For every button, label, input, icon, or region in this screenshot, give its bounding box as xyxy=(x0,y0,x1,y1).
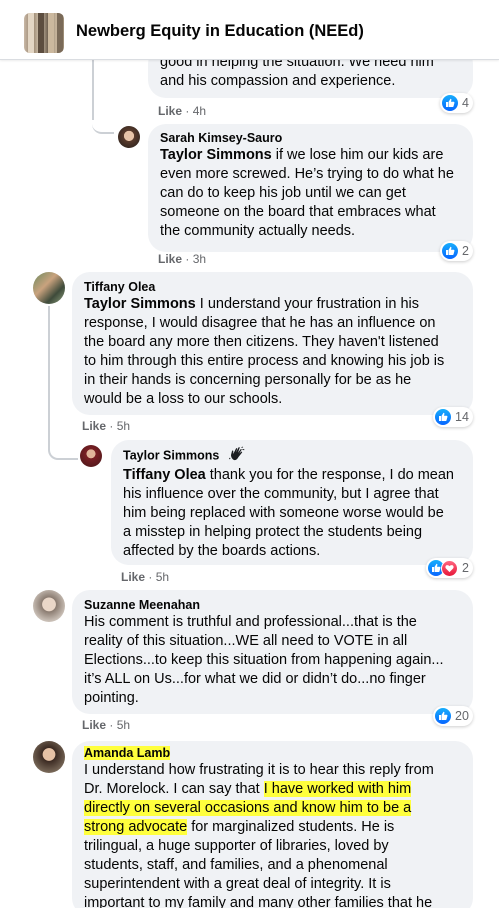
comment-time[interactable]: 5h xyxy=(117,718,130,732)
reaction-summary[interactable]: 20 xyxy=(433,706,473,726)
comment-text-line: a misstep in helping protect the student… xyxy=(123,524,423,540)
comment-meta: Like · 3h xyxy=(158,252,207,266)
comment-text-line: him being replaced with someone worse wo… xyxy=(123,505,444,521)
comment-time[interactable]: 5h xyxy=(117,419,130,433)
highlighted-text: strong advocate xyxy=(84,819,188,835)
comment-meta: Like · 5h xyxy=(82,718,131,732)
comment-bubble: Suzanne Meenahan His comment is truthful… xyxy=(72,590,473,714)
comment-text-line: response, I would disagree that he has a… xyxy=(84,315,436,331)
comment-text-line: to him through this entire process and k… xyxy=(84,353,445,369)
comment-text-line: Dr. Morelock. I can say that xyxy=(84,781,264,797)
avatar[interactable] xyxy=(33,741,65,773)
reaction-summary[interactable]: 14 xyxy=(433,407,473,427)
love-reaction-icon xyxy=(441,559,458,577)
mention-tag[interactable]: Taylor Simmons xyxy=(160,147,272,163)
mention-tag[interactable]: Taylor Simmons xyxy=(84,296,196,312)
thread-connector xyxy=(92,112,114,134)
group-avatar[interactable] xyxy=(24,13,64,53)
reaction-count: 2 xyxy=(462,244,469,258)
comment-text-line: the community actually needs. xyxy=(160,223,356,239)
comment-text-line: his influence over the community, but I … xyxy=(123,486,439,502)
like-link[interactable]: Like xyxy=(158,252,182,266)
avatar[interactable] xyxy=(118,126,140,148)
comment-text-line: it’s ALL on Us...for what we did or didn… xyxy=(84,671,426,687)
comment-time[interactable]: 3h xyxy=(193,252,206,266)
comment-text-line: important to my family and many other fa… xyxy=(84,895,433,908)
like-reaction-icon xyxy=(442,95,458,111)
like-reaction-icon xyxy=(435,409,451,425)
reaction-count: 2 xyxy=(462,561,469,575)
comment-text-line: I understand your frustration in his xyxy=(195,296,419,312)
avatar[interactable] xyxy=(33,272,65,304)
reaction-count: 14 xyxy=(455,410,469,424)
comment-text-line: for marginalized students. He is xyxy=(187,819,395,835)
comment-text-line: students, staff, and families, and a phe… xyxy=(84,857,388,873)
comment-text-line: I understand how frustrating it is to he… xyxy=(84,762,434,778)
comment-meta: Like · 5h xyxy=(82,419,131,433)
comment-text-line: His comment is truthful and professional… xyxy=(84,614,417,630)
comment-text-line: reality of this situation...WE all need … xyxy=(84,633,408,649)
comment-text-line: in their hands is concerning personally … xyxy=(84,372,412,388)
reaction-summary[interactable]: 2 xyxy=(426,558,473,578)
comment-meta: Like · 5h xyxy=(121,570,170,584)
reaction-summary[interactable]: 4 xyxy=(440,93,473,113)
comment-text-line: someone on the board that embraces what xyxy=(160,204,436,220)
avatar[interactable] xyxy=(33,590,65,622)
comment-time[interactable]: 4h xyxy=(193,104,206,118)
avatar[interactable] xyxy=(80,445,102,467)
thread-line xyxy=(48,306,50,446)
like-link[interactable]: Like xyxy=(158,104,182,118)
comment-text-line: even more screwed. He’s trying to do wha… xyxy=(160,166,454,182)
comment-author: Taylor Simmons xyxy=(123,446,461,466)
comment-text-line: pointing. xyxy=(84,690,139,706)
like-reaction-icon xyxy=(435,708,451,724)
comment-author[interactable]: Tiffany Olea xyxy=(84,279,461,295)
comment-text-line: trilingual, a huge supporter of librarie… xyxy=(84,838,389,854)
group-header: Newberg Equity in Education (NEEd) xyxy=(0,0,499,60)
thread-line xyxy=(92,60,94,120)
comment-time[interactable]: 5h xyxy=(156,570,169,584)
comment-author[interactable]: Amanda Lamb xyxy=(84,746,171,760)
comment-author[interactable]: Suzanne Meenahan xyxy=(84,597,461,613)
like-link[interactable]: Like xyxy=(82,718,106,732)
like-reaction-icon xyxy=(442,243,458,259)
highlighted-text: directly on several occasions and know h… xyxy=(84,800,412,816)
comment-text-line: can do to keep his job until we can get xyxy=(160,185,406,201)
group-title[interactable]: Newberg Equity in Education (NEEd) xyxy=(76,22,364,41)
comment-bubble: Sarah Kimsey-Sauro Taylor Simmons if we … xyxy=(148,124,473,252)
comment-text-line: and his compassion and experience. xyxy=(160,73,396,89)
comment-text-line: the board any more then citizens. They h… xyxy=(84,334,439,350)
comment-bubble: Tiffany Olea Taylor Simmons I understand… xyxy=(72,272,473,415)
highlighted-text: I have worked with him xyxy=(263,781,412,797)
thread-connector xyxy=(48,440,78,460)
comment-text-line: superintendent with a great deal of inte… xyxy=(84,876,391,892)
reaction-count: 20 xyxy=(455,709,469,723)
comment-meta: Like · 4h xyxy=(158,104,207,118)
comment-bubble: Amanda Lamb I understand how frustrating… xyxy=(72,741,473,908)
wave-hand-icon xyxy=(228,446,245,466)
reaction-summary[interactable]: 2 xyxy=(440,241,473,261)
comment-text-line: thank you for the response, I do mean xyxy=(205,467,454,483)
reaction-count: 4 xyxy=(462,96,469,110)
comment-text-line: affected by the boards actions. xyxy=(123,543,321,559)
comment-text-line: Elections...to keep this situation from … xyxy=(84,652,444,668)
like-link[interactable]: Like xyxy=(121,570,145,584)
mention-tag[interactable]: Tiffany Olea xyxy=(123,467,206,483)
comment-bubble: Taylor Simmons Tiffany Olea thank you fo… xyxy=(111,440,473,565)
comment-author[interactable]: Sarah Kimsey-Sauro xyxy=(160,130,461,146)
like-link[interactable]: Like xyxy=(82,419,106,433)
comment-text-line: would be a loss to our schools. xyxy=(84,391,283,407)
comment-text-line: if we lose him our kids are xyxy=(271,147,444,163)
author-name[interactable]: Taylor Simmons xyxy=(123,448,219,462)
